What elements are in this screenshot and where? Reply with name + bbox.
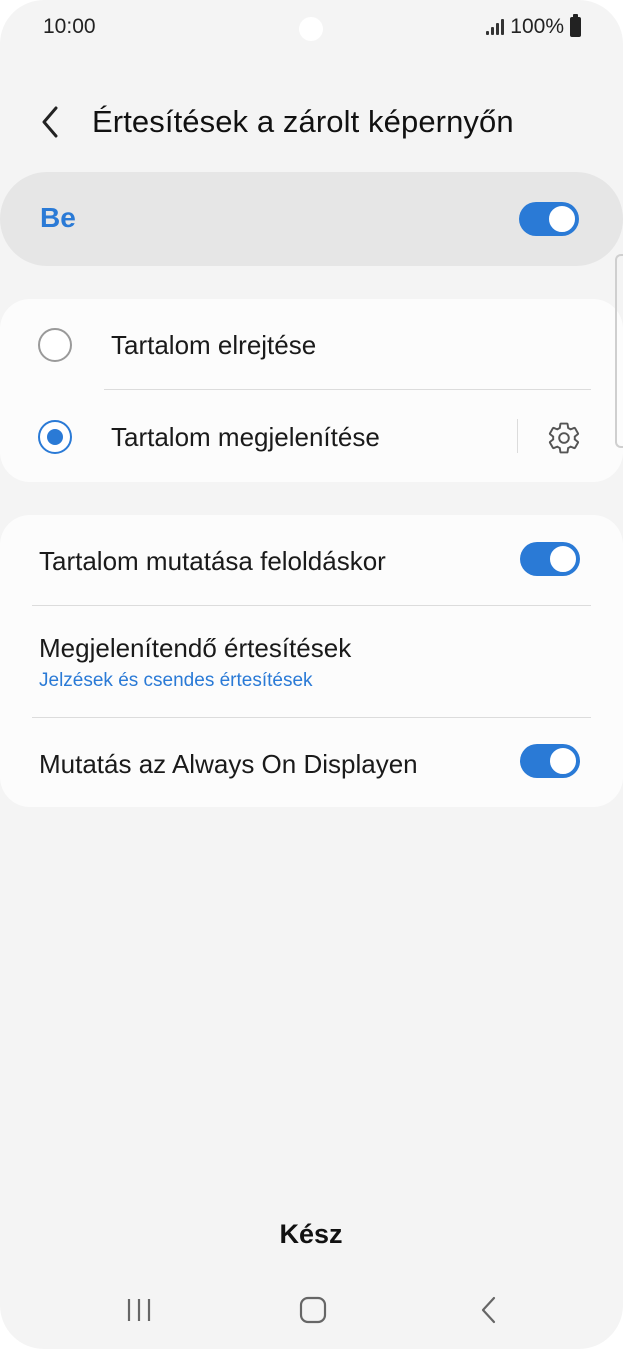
lock-screen-settings-card: Tartalom mutatása feloldáskor Megjelenít… <box>0 515 623 807</box>
chevron-left-icon <box>42 106 58 138</box>
home-button[interactable] <box>288 1294 338 1326</box>
header: Értesítések a zárolt képernyőn <box>0 90 623 154</box>
radio-hide-content[interactable] <box>38 328 72 362</box>
option-show-content[interactable]: Tartalom megjelenítése <box>0 390 623 481</box>
option-show-content-label: Tartalom megjelenítése <box>111 422 380 452</box>
status-time: 10:00 <box>43 15 96 38</box>
toggle-knob <box>547 204 577 234</box>
show-on-unlock-toggle[interactable] <box>520 542 580 576</box>
phone-screen: 10:00 100% Értesítések a zárolt képernyő… <box>0 0 623 1349</box>
option-hide-content-label: Tartalom elrejtése <box>111 330 317 360</box>
navigation-bar <box>0 1280 623 1340</box>
content-settings-button[interactable] <box>546 420 582 456</box>
gear-icon <box>548 422 579 454</box>
notifications-to-show-label: Megjelenítendő értesítések <box>39 633 352 663</box>
master-toggle[interactable] <box>519 202 579 236</box>
show-on-unlock-label: Tartalom mutatása feloldáskor <box>39 546 386 576</box>
option-hide-content[interactable]: Tartalom elrejtése <box>0 299 623 390</box>
master-switch-label: Be <box>40 202 76 233</box>
scroll-indicator <box>615 254 623 448</box>
done-button[interactable]: Kész <box>261 1212 361 1256</box>
status-bar: 10:00 100% <box>0 0 623 56</box>
content-visibility-card: Tartalom elrejtése Tartalom megjelenítés… <box>0 299 623 482</box>
always-on-display-row[interactable]: Mutatás az Always On Displayen <box>0 718 623 807</box>
nav-back-button[interactable] <box>464 1294 514 1326</box>
page-title: Értesítések a zárolt képernyőn <box>92 104 514 139</box>
status-indicators: 100% <box>486 14 581 39</box>
back-icon <box>481 1296 496 1324</box>
recents-button[interactable] <box>114 1294 164 1326</box>
signal-icon <box>486 19 505 35</box>
notifications-to-show-value: Jelzések és csendes értesítések <box>39 670 313 691</box>
always-on-display-label: Mutatás az Always On Displayen <box>39 749 418 779</box>
back-button[interactable] <box>30 98 74 146</box>
vertical-divider <box>517 419 518 453</box>
show-on-unlock-row[interactable]: Tartalom mutatása feloldáskor <box>0 515 623 605</box>
front-camera <box>299 17 323 41</box>
home-icon <box>299 1296 327 1324</box>
toggle-knob <box>548 746 578 776</box>
always-on-display-toggle[interactable] <box>520 744 580 778</box>
battery-icon <box>570 14 581 37</box>
toggle-knob <box>548 544 578 574</box>
radio-show-content[interactable] <box>38 420 72 454</box>
notifications-to-show-row[interactable]: Megjelenítendő értesítések Jelzések és c… <box>0 606 623 717</box>
battery-percent: 100% <box>510 15 564 38</box>
recents-icon <box>127 1299 151 1321</box>
master-switch-row[interactable]: Be <box>0 172 623 266</box>
